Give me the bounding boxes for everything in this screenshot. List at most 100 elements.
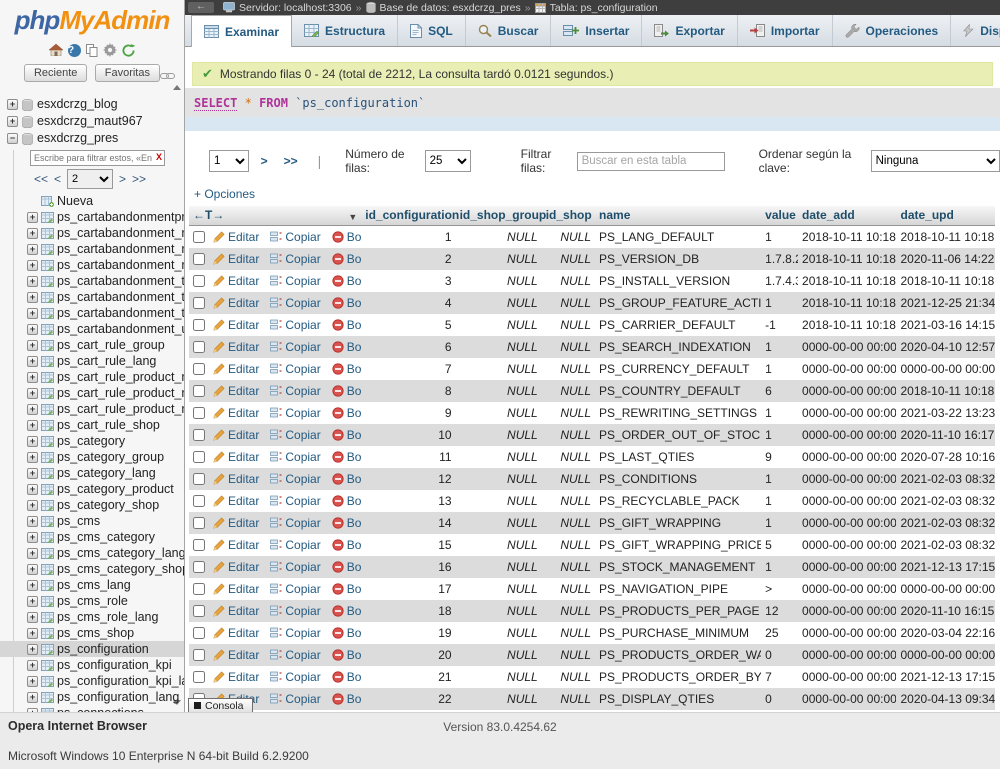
expand-icon[interactable]: +: [27, 324, 38, 335]
sidebar-database-item[interactable]: + esxdcrzg_blog: [0, 96, 184, 113]
row-checkbox[interactable]: [193, 341, 205, 353]
copy-link[interactable]: Copiar: [270, 314, 320, 336]
sidebar-table-item[interactable]: + ps_cms_shop: [0, 625, 184, 641]
row-checkbox[interactable]: [193, 495, 205, 507]
tree-last-page-link[interactable]: >>: [132, 172, 146, 186]
breadcrumb-database-link[interactable]: Base de datos: esxdcrzg_pres: [380, 2, 521, 14]
tree-first-page-link[interactable]: <<: [34, 172, 48, 186]
row-checkbox[interactable]: [193, 429, 205, 441]
copy-link[interactable]: Copiar: [270, 600, 320, 622]
copy-link[interactable]: Copiar: [270, 644, 320, 666]
nav-arrows[interactable]: ←T→: [193, 208, 224, 222]
tab-sql[interactable]: SQL: [398, 15, 466, 46]
edit-link[interactable]: Editar: [213, 336, 259, 358]
row-checkbox[interactable]: [193, 517, 205, 529]
delete-link[interactable]: Borrar: [332, 666, 362, 688]
edit-link[interactable]: Editar: [213, 666, 259, 688]
delete-link[interactable]: Borrar: [332, 226, 362, 248]
delete-link[interactable]: Borrar: [332, 490, 362, 512]
column-header-value[interactable]: value: [761, 206, 798, 225]
sidebar-database-item-expanded[interactable]: − esxdcrzg_pres: [0, 130, 184, 147]
row-checkbox[interactable]: [193, 583, 205, 595]
expand-icon[interactable]: +: [7, 99, 18, 110]
tab-disparadores[interactable]: Disparadores: [951, 15, 1000, 46]
delete-link[interactable]: Borrar: [332, 534, 362, 556]
console-tab[interactable]: Consola: [188, 698, 253, 712]
expand-icon[interactable]: +: [27, 596, 38, 607]
edit-link[interactable]: Editar: [213, 556, 259, 578]
delete-link[interactable]: Borrar: [332, 512, 362, 534]
edit-link[interactable]: Editar: [213, 248, 259, 270]
collapse-icon[interactable]: −: [7, 133, 18, 144]
row-checkbox[interactable]: [193, 275, 205, 287]
docs-icon[interactable]: [86, 44, 98, 57]
recent-button[interactable]: Reciente: [24, 64, 87, 82]
sidebar-table-item[interactable]: + ps_cart_rule_product_rule_: [0, 401, 184, 417]
expand-icon[interactable]: +: [27, 612, 38, 623]
breadcrumb-table-link[interactable]: Tabla: ps_configuration: [550, 2, 658, 14]
expand-icon[interactable]: +: [27, 500, 38, 511]
copy-link[interactable]: Copiar: [270, 402, 320, 424]
sidebar-database-item[interactable]: + esxdcrzg_maut967: [0, 113, 184, 130]
sidebar-table-item[interactable]: + ps_cartabandonment_temp: [0, 273, 184, 289]
row-checkbox[interactable]: [193, 363, 205, 375]
tree-scroll-up-icon[interactable]: [173, 85, 181, 90]
sql-query-box[interactable]: SELECT * FROM `ps_configuration`: [185, 88, 1000, 117]
copy-link[interactable]: Copiar: [270, 358, 320, 380]
sidebar-table-item[interactable]: + ps_cartabandonmentpro_c: [0, 209, 184, 225]
copy-link[interactable]: Copiar: [270, 226, 320, 248]
edit-link[interactable]: Editar: [213, 534, 259, 556]
tree-page-select[interactable]: 2: [67, 169, 113, 189]
expand-icon[interactable]: +: [27, 404, 38, 415]
new-table-item[interactable]: Nueva: [0, 193, 184, 209]
row-checkbox[interactable]: [193, 297, 205, 309]
delete-link[interactable]: Borrar: [332, 402, 362, 424]
tab-examinar[interactable]: Examinar: [191, 15, 292, 47]
sidebar-table-item[interactable]: + ps_category_shop: [0, 497, 184, 513]
row-checkbox[interactable]: [193, 649, 205, 661]
expand-icon[interactable]: +: [27, 340, 38, 351]
copy-link[interactable]: Copiar: [270, 468, 320, 490]
sidebar-table-item[interactable]: + ps_cartabandonment_temp: [0, 289, 184, 305]
expand-icon[interactable]: +: [27, 292, 38, 303]
copy-link[interactable]: Copiar: [270, 534, 320, 556]
delete-link[interactable]: Borrar: [332, 644, 362, 666]
sidebar-table-item[interactable]: + ps_cart_rule_product_rule: [0, 369, 184, 385]
sidebar-table-item[interactable]: + ps_cart_rule_group: [0, 337, 184, 353]
delete-link[interactable]: Borrar: [332, 622, 362, 644]
expand-icon[interactable]: +: [7, 116, 18, 127]
expand-icon[interactable]: +: [27, 356, 38, 367]
expand-icon[interactable]: +: [27, 532, 38, 543]
edit-link[interactable]: Editar: [213, 490, 259, 512]
last-page-link[interactable]: >>: [280, 154, 302, 168]
copy-link[interactable]: Copiar: [270, 512, 320, 534]
sidebar-table-item[interactable]: + ps_configuration_lang: [0, 689, 184, 705]
expand-icon[interactable]: +: [27, 436, 38, 447]
sidebar-table-item[interactable]: + ps_cms_category_shop: [0, 561, 184, 577]
edit-link[interactable]: Editar: [213, 644, 259, 666]
sidebar-table-item[interactable]: + ps_category_group: [0, 449, 184, 465]
expand-icon[interactable]: +: [27, 548, 38, 559]
sidebar-table-item[interactable]: + ps_cart_rule_lang: [0, 353, 184, 369]
tab-estructura[interactable]: Estructura: [292, 15, 398, 46]
tab-exportar[interactable]: Exportar: [642, 15, 737, 46]
sidebar-table-item[interactable]: + ps_cms_role_lang: [0, 609, 184, 625]
delete-link[interactable]: Borrar: [332, 314, 362, 336]
copy-link[interactable]: Copiar: [270, 622, 320, 644]
row-checkbox[interactable]: [193, 451, 205, 463]
tab-buscar[interactable]: Buscar: [466, 15, 552, 46]
sidebar-table-item[interactable]: + ps_cart_rule_product_rule_: [0, 385, 184, 401]
delete-link[interactable]: Borrar: [332, 578, 362, 600]
expand-icon[interactable]: +: [27, 388, 38, 399]
next-page-link[interactable]: >: [257, 154, 272, 168]
edit-link[interactable]: Editar: [213, 314, 259, 336]
expand-icon[interactable]: +: [27, 564, 38, 575]
breadcrumb-server-link[interactable]: Servidor: localhost:3306: [239, 2, 352, 14]
column-header-date-add[interactable]: date_add: [798, 206, 896, 225]
expand-icon[interactable]: +: [27, 516, 38, 527]
delete-link[interactable]: Borrar: [332, 292, 362, 314]
tree-filter-input[interactable]: [30, 150, 165, 166]
edit-link[interactable]: Editar: [213, 380, 259, 402]
row-checkbox[interactable]: [193, 671, 205, 683]
expand-icon[interactable]: +: [27, 484, 38, 495]
